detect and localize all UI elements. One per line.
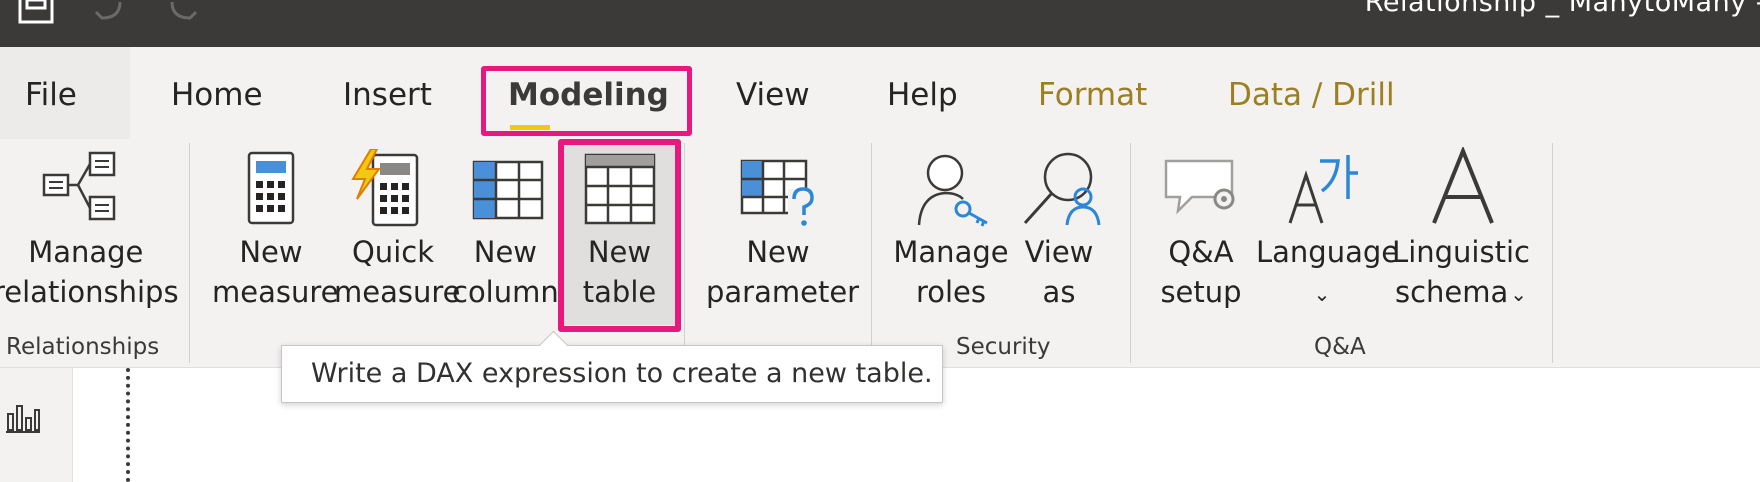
manage-roles-button[interactable]: Manage roles [893, 139, 1009, 324]
qna-setup-label: Q&A setup [1160, 235, 1242, 309]
linguistic-text-line2: schema [1394, 275, 1509, 309]
new-table-tooltip: Write a DAX expression to create a new t… [281, 330, 943, 403]
tab-format[interactable]: Format [1038, 75, 1147, 115]
manage-roles-icon [917, 154, 988, 227]
new-column-button[interactable]: New column [452, 139, 560, 324]
group-separator [684, 143, 685, 363]
group-label-qna: Q&A [1314, 334, 1366, 360]
language-text: Language [1256, 235, 1400, 269]
new-table-highlight [558, 139, 681, 332]
view-switcher-pane [0, 368, 73, 482]
chevron-down-icon: ⌄ [1313, 282, 1331, 306]
tab-home[interactable]: Home [171, 75, 263, 115]
tab-data-drill[interactable]: Data / Drill [1228, 75, 1395, 115]
undo-icon[interactable] [90, 0, 128, 26]
qna-setup-icon [1164, 159, 1235, 215]
tab-insert[interactable]: Insert [343, 75, 432, 115]
tooltip-text: Write a DAX expression to create a new t… [311, 358, 933, 389]
quick-measure-button[interactable]: Quick measure [334, 139, 461, 324]
view-as-label: View as [1024, 235, 1094, 309]
save-icon[interactable] [16, 0, 56, 26]
relationships-icon [42, 151, 116, 221]
report-view-icon[interactable] [6, 400, 40, 434]
manage-relationships-button[interactable]: Manage relationships [0, 139, 179, 324]
new-parameter-button[interactable]: New parameter [706, 139, 860, 324]
group-separator [1130, 143, 1131, 363]
new-parameter-label: New parameter [706, 235, 860, 309]
qna-setup-button[interactable]: Q&A setup [1150, 139, 1252, 324]
language-icon [1288, 155, 1358, 224]
window-title: Relationship _ ManytoMany - [1364, 0, 1760, 18]
linguistic-text-line1: Linguistic [1392, 235, 1530, 269]
tab-help[interactable]: Help [887, 75, 958, 115]
group-separator [189, 143, 190, 363]
quick-measure-label: Quick measure [334, 235, 461, 309]
new-parameter-icon [740, 159, 818, 227]
tab-view[interactable]: View [736, 75, 810, 115]
group-label-relationships: Relationships [6, 334, 160, 360]
quick-measure-icon [351, 149, 419, 227]
group-separator [1552, 143, 1553, 363]
tab-file[interactable]: File [25, 75, 77, 115]
group-label-security: Security [956, 334, 1051, 360]
group-separator [871, 143, 872, 363]
manage-roles-label: Manage roles [893, 235, 1009, 309]
linguistic-schema-dropdown[interactable]: Linguistic schema ⌄ [1390, 139, 1532, 324]
linguistic-schema-icon [1432, 147, 1494, 224]
view-as-button[interactable]: View as [1011, 139, 1107, 324]
chevron-down-icon: ⌄ [1510, 282, 1528, 306]
language-label: Language ⌄ [1256, 232, 1399, 314]
calculator-icon [247, 151, 295, 225]
menu-bar: File Home Insert Modeling View Help Form… [0, 47, 1760, 139]
ribbon: Manage relationships Relationships New m… [0, 139, 1760, 368]
view-as-icon [1023, 152, 1101, 226]
new-column-label: New column [452, 235, 559, 309]
canvas-dotted-boundary [126, 368, 130, 482]
title-bar: Relationship _ ManytoMany - [0, 0, 1760, 47]
new-measure-label: New measure [212, 235, 339, 309]
new-measure-button[interactable]: New measure [212, 139, 339, 324]
manage-relationships-label: Manage relationships [0, 235, 179, 309]
modeling-tab-highlight [481, 66, 692, 136]
linguistic-schema-label: Linguistic schema ⌄ [1390, 232, 1532, 314]
language-dropdown[interactable]: Language ⌄ [1256, 139, 1399, 324]
redo-icon[interactable] [164, 0, 202, 26]
new-column-icon [472, 160, 544, 220]
